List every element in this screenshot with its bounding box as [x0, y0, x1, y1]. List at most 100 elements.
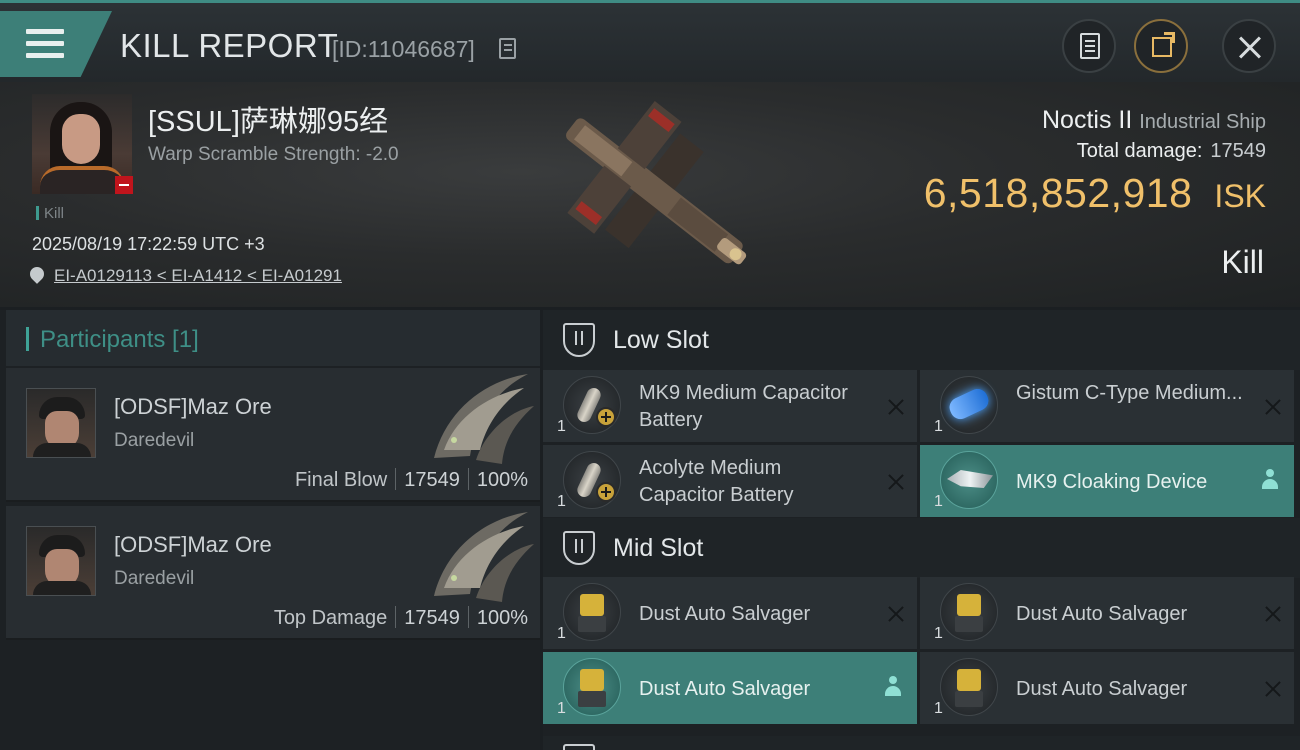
isk-amount: 6,518,852,918	[923, 170, 1193, 216]
destroyed-icon	[1264, 398, 1282, 416]
participant-stats: Top Damage 17549 100%	[274, 606, 528, 630]
copy-icon[interactable]	[499, 38, 516, 59]
ship-name-text: Noctis II	[1042, 106, 1133, 134]
item-name: Dust Auto Salvager	[1016, 678, 1188, 700]
total-damage: Total damage: 17549	[1077, 140, 1266, 163]
item-quantity: 1	[557, 418, 566, 435]
warp-scramble-strength: Warp Scramble Strength: -2.0	[148, 144, 399, 165]
total-damage-value: 17549	[1210, 140, 1266, 162]
total-damage-label: Total damage:	[1076, 140, 1203, 162]
participant-ship: Daredevil	[114, 568, 195, 589]
salvager-icon	[563, 583, 621, 641]
clipboard-icon	[1080, 33, 1100, 59]
location-link[interactable]: EI-A0129113 < EI-A1412 < EI-A01291	[27, 264, 342, 286]
participant-avatar[interactable]	[26, 388, 96, 458]
item-quantity: 1	[934, 493, 943, 510]
mid-slot-title: Mid Slot	[613, 534, 704, 562]
participants-header: Participants [1]	[6, 310, 540, 366]
mid-slot-item[interactable]: 1 Dust Auto Salvager	[920, 577, 1294, 649]
participants-panel: Participants [1] [ODSF]Maz Ore Daredevil…	[0, 310, 540, 750]
low-slot-item[interactable]: 1 Acolyte Medium Capacitor Battery	[543, 445, 917, 517]
salvager-icon	[940, 658, 998, 716]
participant-name[interactable]: [ODSF]Maz Ore	[114, 394, 272, 420]
mid-slot-item[interactable]: 1 Dust Auto Salvager	[920, 652, 1294, 724]
item-name: MK9 Cloaking Device	[1016, 471, 1208, 493]
salvager-icon	[940, 583, 998, 641]
victim-ship-image	[566, 100, 747, 265]
kill-summary: [SSUL]萨琳娜95经 Warp Scramble Strength: -2.…	[0, 82, 1300, 307]
item-quantity: 1	[557, 493, 566, 510]
participant-role: Final Blow	[294, 469, 388, 491]
item-quantity: 1	[934, 625, 943, 642]
participant-ship: Daredevil	[114, 430, 195, 451]
low-slot-item[interactable]: 1 MK9 Cloaking Device	[920, 445, 1294, 517]
top-bar: KILL REPORT [ID:11046687]	[0, 0, 1300, 82]
participant-row[interactable]: [ODSF]Maz Ore Daredevil Top Damage 17549 1…	[6, 506, 540, 640]
participant-damage: 17549	[404, 469, 460, 491]
mid-slot-item[interactable]: 1 Dust Auto Salvager	[543, 652, 917, 724]
item-quantity: 1	[557, 700, 566, 717]
low-slot-item[interactable]: 1 MK9 Medium Capacitor Battery	[543, 370, 917, 442]
item-quantity: 1	[934, 418, 943, 435]
loss-badge-icon	[115, 176, 133, 194]
item-name: Gistum C-Type Medium...	[1016, 382, 1243, 404]
share-button[interactable]	[1134, 19, 1188, 73]
destroyed-icon	[887, 605, 905, 623]
low-slot-header: Low Slot	[543, 310, 1300, 370]
isk-value: 6,518,852,918 ISK	[924, 170, 1266, 217]
mid-slot-item[interactable]: 1 Dust Auto Salvager	[543, 577, 917, 649]
close-button[interactable]	[1222, 19, 1276, 73]
location-pin-icon	[27, 264, 47, 284]
destroyed-icon	[887, 473, 905, 491]
fitting-panel: Low Slot 1 MK9 Medium Capacitor Battery …	[543, 310, 1300, 750]
participant-ship-image	[434, 512, 534, 602]
item-quantity: 1	[934, 700, 943, 717]
participant-role: Top Damage	[273, 607, 388, 629]
cloaking-device-icon	[940, 451, 998, 509]
kill-timestamp: 2025/08/19 17:22:59 UTC +3	[32, 234, 265, 254]
isk-unit: ISK	[1214, 178, 1266, 214]
ship-class: Industrial Ship	[1139, 111, 1266, 133]
salvager-icon	[563, 658, 621, 716]
header-accent	[26, 327, 29, 351]
report-button[interactable]	[1062, 19, 1116, 73]
destroyed-icon	[1264, 680, 1282, 698]
item-name: Dust Auto Salvager	[639, 678, 811, 700]
victim-name[interactable]: [SSUL]萨琳娜95经	[148, 98, 388, 140]
item-name: Dust Auto Salvager	[1016, 603, 1188, 625]
item-name: Dust Auto Salvager	[639, 603, 811, 625]
item-quantity: 1	[557, 625, 566, 642]
participant-stats: Final Blow 17549 100%	[295, 468, 528, 492]
ship-name[interactable]: Noctis II Industrial Ship	[1042, 106, 1266, 135]
page-title: KILL REPORT	[120, 27, 339, 64]
low-slot-icon	[563, 323, 595, 357]
destroyed-icon	[1264, 605, 1282, 623]
low-slot-item[interactable]: 1 Gistum C-Type Medium...	[920, 370, 1294, 442]
item-name: MK9 Medium Capacitor Battery	[639, 382, 848, 431]
mid-slot-icon	[563, 531, 595, 565]
participants-title: Participants [1]	[40, 326, 199, 353]
kill-outcome: Kill	[1221, 244, 1264, 280]
participant-percent: 100%	[476, 469, 528, 491]
low-slot-title: Low Slot	[613, 326, 709, 354]
report-id: [ID:11046687]	[332, 36, 475, 62]
hamburger-icon	[26, 29, 64, 65]
next-slot-header-partial	[543, 736, 1300, 750]
destroyed-icon	[887, 398, 905, 416]
dropped-user-icon	[1262, 469, 1278, 491]
menu-button[interactable]	[0, 11, 112, 77]
mid-slot-header: Mid Slot	[543, 518, 1300, 578]
dropped-user-icon	[885, 676, 901, 698]
participant-avatar[interactable]	[26, 526, 96, 596]
location-text[interactable]: EI-A0129113 < EI-A1412 < EI-A01291	[54, 266, 342, 285]
next-slot-icon	[563, 744, 595, 750]
participant-name[interactable]: [ODSF]Maz Ore	[114, 532, 272, 558]
participant-ship-image	[434, 374, 534, 464]
participant-percent: 100%	[476, 607, 528, 629]
capacitor-battery-icon	[563, 451, 621, 509]
kill-tag: Kill	[36, 205, 64, 222]
booster-icon	[940, 376, 998, 434]
share-arrow-icon	[1164, 32, 1175, 43]
item-name: Acolyte Medium Capacitor Battery	[639, 457, 794, 506]
participant-row[interactable]: [ODSF]Maz Ore Daredevil Final Blow 17549 1…	[6, 368, 540, 502]
